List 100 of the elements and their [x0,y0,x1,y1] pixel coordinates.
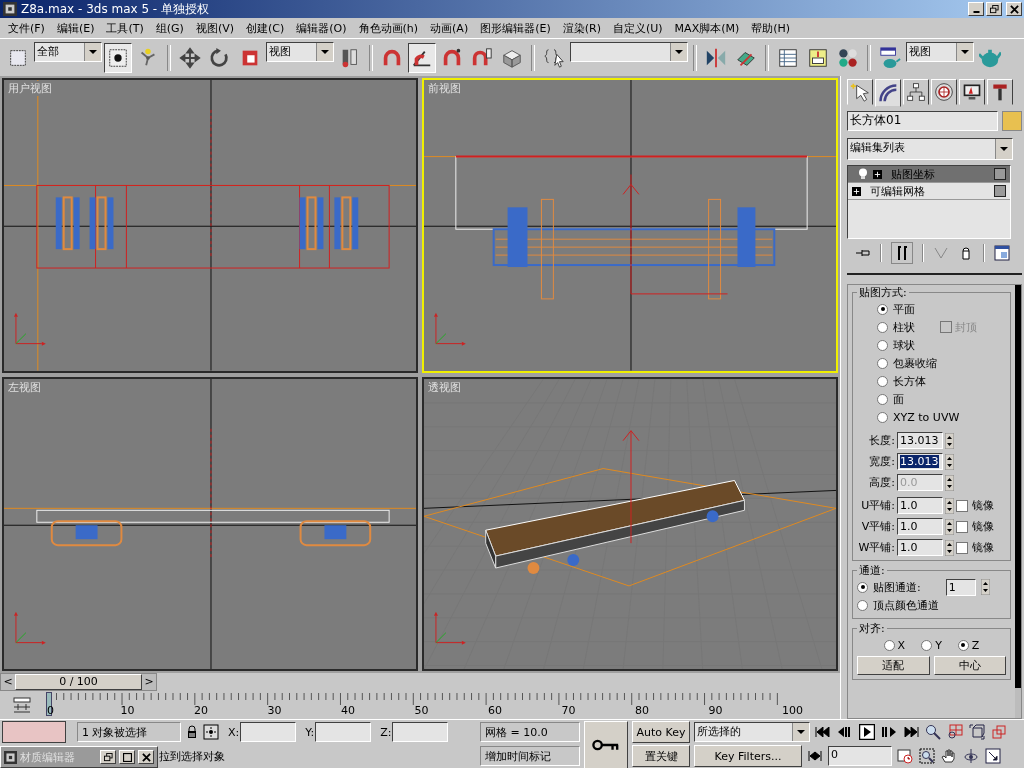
transform-mode-icon[interactable] [203,724,219,740]
radio-button[interactable] [921,639,933,651]
radio-label[interactable]: Y [935,638,942,652]
dropdown[interactable]: 全部 [34,42,102,62]
checkbox[interactable] [956,541,968,554]
radio-label[interactable]: 贴图通道: [873,579,921,595]
play-icon[interactable] [859,724,875,740]
time-configuration-icon[interactable] [897,748,913,764]
zoom-extents-all-icon[interactable] [991,724,1007,740]
gizmo-outline[interactable] [424,467,836,586]
checkbox-label[interactable]: 镜像 [972,519,994,534]
time-tag-button[interactable]: 增加时间标记 [480,746,580,766]
restore-button[interactable] [986,2,1002,16]
key-mode-dropdown[interactable]: 所选择的 [694,722,810,742]
menu-item[interactable]: 渲染(R) [556,20,607,36]
region-zoom-icon[interactable] [919,748,935,764]
zoom-all-icon[interactable] [947,724,963,740]
radio-button[interactable] [877,357,888,369]
panel-tab[interactable] [847,79,873,105]
coordinate-field[interactable] [392,722,449,742]
close-button[interactable] [138,750,154,764]
dropdown[interactable] [570,42,688,62]
current-frame-field[interactable]: 0 [828,746,892,766]
frame-counter-button[interactable]: 0 / 100 [15,674,142,690]
radio-label[interactable]: 顶点颜色通道 [873,597,939,613]
radio-label[interactable]: 包裹收缩 [893,355,937,371]
show-end-result-icon[interactable] [891,242,913,264]
number-field[interactable]: 1.0 [897,539,943,556]
panel-tab[interactable] [959,79,985,105]
expand-icon[interactable] [852,186,861,196]
configure-sets-icon[interactable] [994,245,1010,261]
radio-button[interactable] [877,375,888,387]
menu-item[interactable]: 文件(F) [2,20,51,36]
track-bar-icon[interactable] [12,695,32,715]
menu-item[interactable]: 动画(A) [424,20,475,36]
checkbox[interactable] [956,520,968,533]
auto-key-button[interactable]: Auto Key [632,721,690,743]
radio-button[interactable] [883,639,895,651]
number-field[interactable]: 1.0 [897,497,943,514]
orbit-icon[interactable] [963,748,979,764]
menu-item[interactable]: 创建(C) [240,20,291,36]
panel-button[interactable]: 中心 [933,656,1006,675]
radio-button[interactable] [877,321,888,333]
train-car-drawing[interactable] [485,479,745,574]
next-frame-button[interactable]: > [142,674,156,690]
radio-button[interactable] [877,339,888,351]
go-to-start-icon[interactable] [815,727,831,737]
set-key-button[interactable] [584,721,628,768]
radio-button[interactable] [877,411,888,423]
radio-label[interactable]: 长方体 [893,373,926,389]
lock-icon[interactable] [186,725,198,739]
stack-item[interactable]: 贴图坐标 [848,166,1010,183]
scrollbar[interactable] [1015,285,1021,718]
modifier-list-dropdown[interactable]: 编辑集列表 [847,138,1013,160]
panel-tab[interactable] [931,79,957,105]
menu-item[interactable]: 编辑(E) [50,20,101,36]
key-filters-button[interactable]: Key Filters... [694,745,802,767]
radio-label[interactable]: X [897,638,906,652]
spinner-arrows[interactable] [945,432,954,449]
menu-item[interactable]: MAX脚本(M) [668,20,746,36]
radio-label[interactable]: 柱状 [893,319,915,335]
object-name-field[interactable]: 长方体01 [847,111,998,131]
radio-button[interactable] [857,581,868,593]
lightbulb-icon[interactable] [858,168,868,180]
radio-button[interactable] [877,393,888,405]
previous-frame-button[interactable]: < [1,674,15,690]
maximize-viewport-icon[interactable] [985,748,1001,764]
dropdown[interactable]: 视图 [266,42,334,62]
spinner-arrows[interactable] [945,497,954,514]
close-button[interactable] [1006,2,1022,16]
radio-label[interactable]: 面 [893,391,904,407]
object-color-swatch[interactable] [1002,111,1022,131]
radio-label[interactable]: 平面 [893,301,915,317]
panel-tab[interactable] [903,79,929,105]
radio-button[interactable] [957,639,969,651]
spinner-arrows[interactable] [945,518,954,535]
select-object-button[interactable] [104,42,132,73]
checkbox-label[interactable]: 镜像 [972,498,994,513]
spinner-arrows[interactable] [945,453,954,470]
menu-item[interactable]: 视图(V) [189,20,240,36]
checkbox-label[interactable]: 镜像 [972,540,994,555]
menu-item[interactable]: 组(G) [149,20,190,36]
radio-button[interactable] [877,303,888,315]
number-field[interactable]: 13.013 [897,453,943,470]
transform-gizmo[interactable] [622,429,640,544]
zoom-extents-icon[interactable] [969,724,985,740]
radio-label[interactable]: 球状 [893,337,915,353]
number-field[interactable]: 1.0 [897,518,943,535]
minimize-button[interactable] [968,2,984,16]
stack-item[interactable]: 可编辑网格 [848,183,1010,200]
menu-item[interactable]: 帮助(H) [745,20,797,36]
checkbox[interactable] [956,499,968,512]
radio-button[interactable] [857,599,868,611]
spinner-arrows[interactable] [980,579,990,595]
color-swatch[interactable] [2,721,66,743]
menu-item[interactable]: 自定义(U) [606,20,669,36]
train-car-drawing[interactable] [36,509,390,546]
previous-frame-icon[interactable] [837,727,853,737]
panel-tab[interactable] [875,79,901,107]
menu-item[interactable]: 工具(T) [100,20,150,36]
